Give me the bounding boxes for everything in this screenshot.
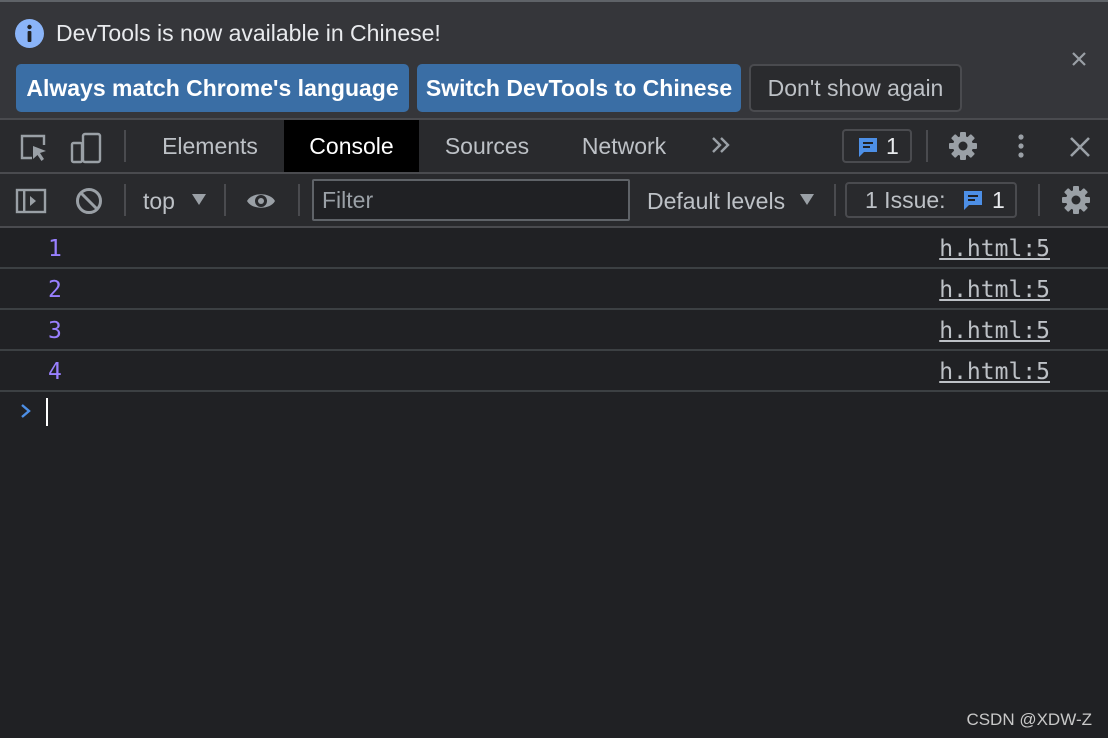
tab-sources[interactable]: Sources xyxy=(424,120,550,172)
messages-badge[interactable]: 1 xyxy=(842,129,912,163)
gear-icon[interactable] xyxy=(1060,184,1092,216)
toolbar-divider xyxy=(1038,184,1040,216)
tab-console[interactable]: Console xyxy=(284,120,419,172)
console-message-row: 2 h.html:5 xyxy=(0,269,1108,310)
message-icon xyxy=(856,135,880,164)
watermark: CSDN @XDW-Z xyxy=(966,710,1092,729)
infobar-message: DevTools is now available in Chinese! xyxy=(56,20,441,46)
tab-elements[interactable]: Elements xyxy=(140,120,280,172)
language-infobar: DevTools is now available in Chinese! Al… xyxy=(0,2,1108,120)
toolbar-divider xyxy=(124,130,126,162)
log-value: 2 xyxy=(48,277,62,303)
source-link[interactable]: h.html:5 xyxy=(939,310,1050,352)
log-value: 4 xyxy=(48,359,62,385)
eye-icon[interactable] xyxy=(245,185,277,217)
toolbar-divider xyxy=(224,184,226,216)
console-message-row: 3 h.html:5 xyxy=(0,310,1108,351)
main-tabbar: Elements Console Sources Network 1 xyxy=(0,120,1108,174)
console-toolbar: top Filter Default levels 1 Issue: 1 xyxy=(0,174,1108,228)
log-levels-selector[interactable]: Default levels xyxy=(647,174,785,228)
info-icon xyxy=(15,19,44,48)
dropdown-arrow-icon[interactable] xyxy=(798,192,816,208)
filter-input[interactable]: Filter xyxy=(312,179,630,221)
dont-show-again-button[interactable]: Don't show again xyxy=(749,64,962,112)
message-icon xyxy=(961,188,985,217)
clear-console-icon[interactable] xyxy=(73,185,105,217)
device-toggle-icon[interactable] xyxy=(70,132,102,164)
switch-to-chinese-button[interactable]: Switch DevTools to Chinese xyxy=(417,64,741,112)
kebab-menu-icon[interactable] xyxy=(1005,132,1037,164)
issues-button[interactable]: 1 Issue: 1 xyxy=(845,182,1017,218)
close-icon[interactable] xyxy=(1068,48,1090,70)
prompt-chevron-icon xyxy=(16,400,36,422)
console-message-row: 4 h.html:5 xyxy=(0,351,1108,392)
toolbar-divider xyxy=(926,130,928,162)
source-link[interactable]: h.html:5 xyxy=(939,269,1050,311)
messages-count: 1 xyxy=(886,133,899,159)
issues-label: 1 Issue: xyxy=(865,187,946,213)
context-selector[interactable]: top xyxy=(143,174,175,228)
more-tabs-icon[interactable] xyxy=(706,132,734,160)
close-icon[interactable] xyxy=(1066,134,1094,162)
console-input-caret[interactable] xyxy=(46,398,48,426)
source-link[interactable]: h.html:5 xyxy=(939,228,1050,270)
log-value: 1 xyxy=(48,236,62,262)
dropdown-arrow-icon[interactable] xyxy=(190,192,208,208)
sidebar-toggle-icon[interactable] xyxy=(15,185,47,217)
console-output: 1 h.html:5 2 h.html:5 3 h.html:5 4 h.htm… xyxy=(0,228,1108,392)
toolbar-divider xyxy=(298,184,300,216)
tab-network[interactable]: Network xyxy=(560,120,688,172)
always-match-language-button[interactable]: Always match Chrome's language xyxy=(16,64,409,112)
source-link[interactable]: h.html:5 xyxy=(939,351,1050,393)
log-value: 3 xyxy=(48,318,62,344)
gear-icon[interactable] xyxy=(947,130,979,162)
toolbar-divider xyxy=(834,184,836,216)
inspect-icon[interactable] xyxy=(18,132,50,164)
console-message-row: 1 h.html:5 xyxy=(0,228,1108,269)
issues-count: 1 xyxy=(992,187,1005,213)
toolbar-divider xyxy=(124,184,126,216)
